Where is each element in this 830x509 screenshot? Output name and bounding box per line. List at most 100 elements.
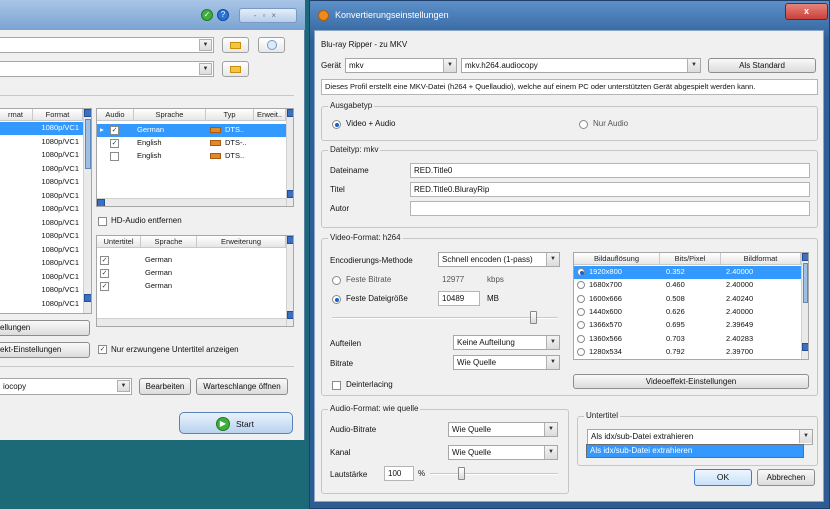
audio-row[interactable]: ▸ ✓ German DTS.. (97, 124, 286, 137)
subtitle-row[interactable]: ✓ German (97, 267, 286, 280)
resolution-radio[interactable] (577, 281, 585, 290)
audio-header-extension[interactable]: Erweit.. (254, 109, 286, 121)
resolution-row[interactable]: 1600x666 0.508 2.40240 (574, 293, 801, 306)
resolution-row[interactable]: 1280x534 0.792 2.39700 (574, 346, 801, 359)
resolution-row[interactable]: 1440x600 0.626 2.40000 (574, 306, 801, 319)
bitrate-select[interactable]: Wie Quelle ▼ (453, 355, 560, 370)
resolution-radio[interactable] (577, 347, 585, 356)
resolution-radio[interactable] (577, 321, 585, 330)
titles-list[interactable]: rmat Format 1080p/VC1 1080p/VC1 1080p/VC1 1… (0, 108, 92, 314)
subtitle-row-checkbox[interactable]: ✓ (100, 256, 109, 265)
profile-select[interactable]: mkv.h264.audiocopy ▼ (461, 58, 701, 73)
disc-button[interactable] (258, 37, 285, 53)
sub-header-extension[interactable]: Erweiterung (197, 236, 286, 248)
audio-tracks-list[interactable]: Audio Sprache Typ Erweit.. ▸ ✓ German DTS..… (96, 108, 294, 207)
res-header-resolution[interactable]: Bildauflösung (574, 253, 660, 265)
resolution-radio[interactable] (577, 307, 585, 316)
subtitles-hscrollbar[interactable] (97, 318, 286, 326)
output-folder-button[interactable] (222, 61, 249, 77)
edit-button[interactable]: Bearbeiten (139, 378, 191, 395)
resolution-radio[interactable] (577, 334, 585, 343)
filename-input[interactable]: RED.Title0 (410, 163, 810, 178)
size-slider-thumb[interactable] (530, 311, 537, 324)
forced-subs-checkbox[interactable]: ✓ (98, 345, 107, 354)
audio-bitrate-select[interactable]: Wie Quelle ▼ (448, 422, 558, 437)
author-input[interactable] (410, 201, 810, 216)
audio-only-radio[interactable] (579, 120, 588, 129)
output-combo[interactable]: ▼ (0, 61, 214, 77)
resolution-row[interactable]: 1360x566 0.703 2.40283 (574, 333, 801, 346)
table-row[interactable]: 1080p/VC1 (0, 257, 83, 270)
fixed-bitrate-radio[interactable] (332, 276, 341, 285)
audio-header-type[interactable]: Typ (206, 109, 254, 121)
cancel-button[interactable]: Abbrechen (757, 469, 815, 486)
resolution-row[interactable]: 1366x570 0.695 2.39649 (574, 319, 801, 332)
effects-settings-button[interactable]: ekt-Einstellungen (0, 342, 90, 358)
table-row[interactable]: 1080p/VC1 (0, 271, 83, 284)
volume-slider-track[interactable] (430, 473, 558, 475)
scroll-left-icon[interactable] (97, 199, 105, 206)
video-audio-radio[interactable] (332, 120, 341, 129)
set-default-button[interactable]: Als Standard (708, 58, 816, 73)
device-select[interactable]: mkv ▼ (345, 58, 457, 73)
audio-row-checkbox[interactable]: ✓ (110, 139, 119, 148)
table-row[interactable]: 1080p/VC1 (0, 217, 83, 230)
settings-button[interactable]: ellungen (0, 320, 90, 336)
sub-header-language[interactable]: Sprache (141, 236, 197, 248)
window-controls-icon[interactable]: -▫× (239, 8, 297, 23)
titles-header-2[interactable]: Format (33, 109, 83, 121)
subtitle-dropdown[interactable]: Als idx/sub-Datei extrahieren (586, 444, 804, 458)
split-select[interactable]: Keine Aufteilung ▼ (453, 335, 560, 350)
resolution-row[interactable]: 1920x800 0.352 2.40000 (574, 266, 801, 279)
subtitle-row-checkbox[interactable]: ✓ (100, 282, 109, 291)
table-row[interactable]: 1080p/VC1 (0, 190, 83, 203)
check-icon[interactable]: ✓ (201, 9, 213, 21)
audio-row[interactable]: English DTS.. (97, 150, 286, 163)
scroll-up-icon[interactable] (84, 109, 91, 117)
subtitle-select[interactable]: Als idx/sub-Datei extrahieren ▼ (587, 429, 813, 445)
table-row[interactable]: 1080p/VC1 (0, 203, 83, 216)
scroll-thumb[interactable] (85, 119, 91, 169)
resolution-row[interactable]: 1680x700 0.460 2.40000 (574, 279, 801, 292)
volume-input[interactable]: 100 (384, 466, 414, 481)
table-row[interactable]: 1080p/VC1 (0, 176, 83, 189)
source-combo[interactable]: ▼ (0, 37, 214, 53)
subtitles-scrollbar[interactable] (286, 236, 293, 326)
audio-row-checkbox[interactable] (110, 152, 119, 161)
scroll-down-icon[interactable] (84, 294, 91, 302)
scroll-down-icon[interactable] (287, 190, 293, 198)
table-row[interactable]: 1080p/VC1 (0, 298, 83, 311)
table-row[interactable]: 1080p/VC1 (0, 284, 83, 297)
deinterlace-checkbox[interactable] (332, 381, 341, 390)
sub-header-subtitle[interactable]: Untertitel (97, 236, 141, 248)
audio-header-language[interactable]: Sprache (134, 109, 206, 121)
subtitle-row[interactable]: ✓ German (97, 280, 286, 293)
audio-header-audio[interactable]: Audio (97, 109, 134, 121)
fixed-size-radio[interactable] (332, 295, 341, 304)
close-icon[interactable]: x (785, 3, 828, 20)
video-effects-button[interactable]: Videoeffekt-Einstellungen (573, 374, 809, 389)
profile-combo[interactable]: iocopy ▼ (0, 378, 132, 395)
volume-slider-thumb[interactable] (458, 467, 465, 480)
audio-row-checkbox[interactable]: ✓ (110, 126, 119, 135)
size-slider-track[interactable] (332, 317, 558, 319)
start-button[interactable]: ▶ Start (179, 412, 293, 434)
resolution-scrollbar[interactable] (801, 253, 808, 359)
subtitle-dropdown-option[interactable]: Als idx/sub-Datei extrahieren (587, 445, 803, 457)
table-row[interactable]: 1080p/VC1 (0, 122, 83, 135)
titles-header-1[interactable]: rmat (0, 109, 33, 121)
queue-button[interactable]: Warteschlange öffnen (196, 378, 288, 395)
channel-select[interactable]: Wie Quelle ▼ (448, 445, 558, 460)
encoding-method-select[interactable]: Schnell encoden (1-pass) ▼ (438, 252, 560, 267)
subtitles-list[interactable]: Untertitel Sprache Erweiterung ✓ German ✓ G… (96, 235, 294, 327)
titles-scrollbar[interactable] (83, 109, 91, 313)
hd-audio-checkbox[interactable] (98, 217, 107, 226)
scroll-up-icon[interactable] (287, 236, 293, 244)
table-row[interactable]: 1080p/VC1 (0, 230, 83, 243)
ok-button[interactable]: OK (694, 469, 752, 486)
resolution-radio[interactable] (577, 268, 585, 276)
scroll-down-icon[interactable] (802, 343, 808, 351)
subtitle-row[interactable]: ✓ German (97, 254, 286, 267)
audio-hscrollbar[interactable] (97, 198, 286, 206)
open-folder-button[interactable] (222, 37, 249, 53)
